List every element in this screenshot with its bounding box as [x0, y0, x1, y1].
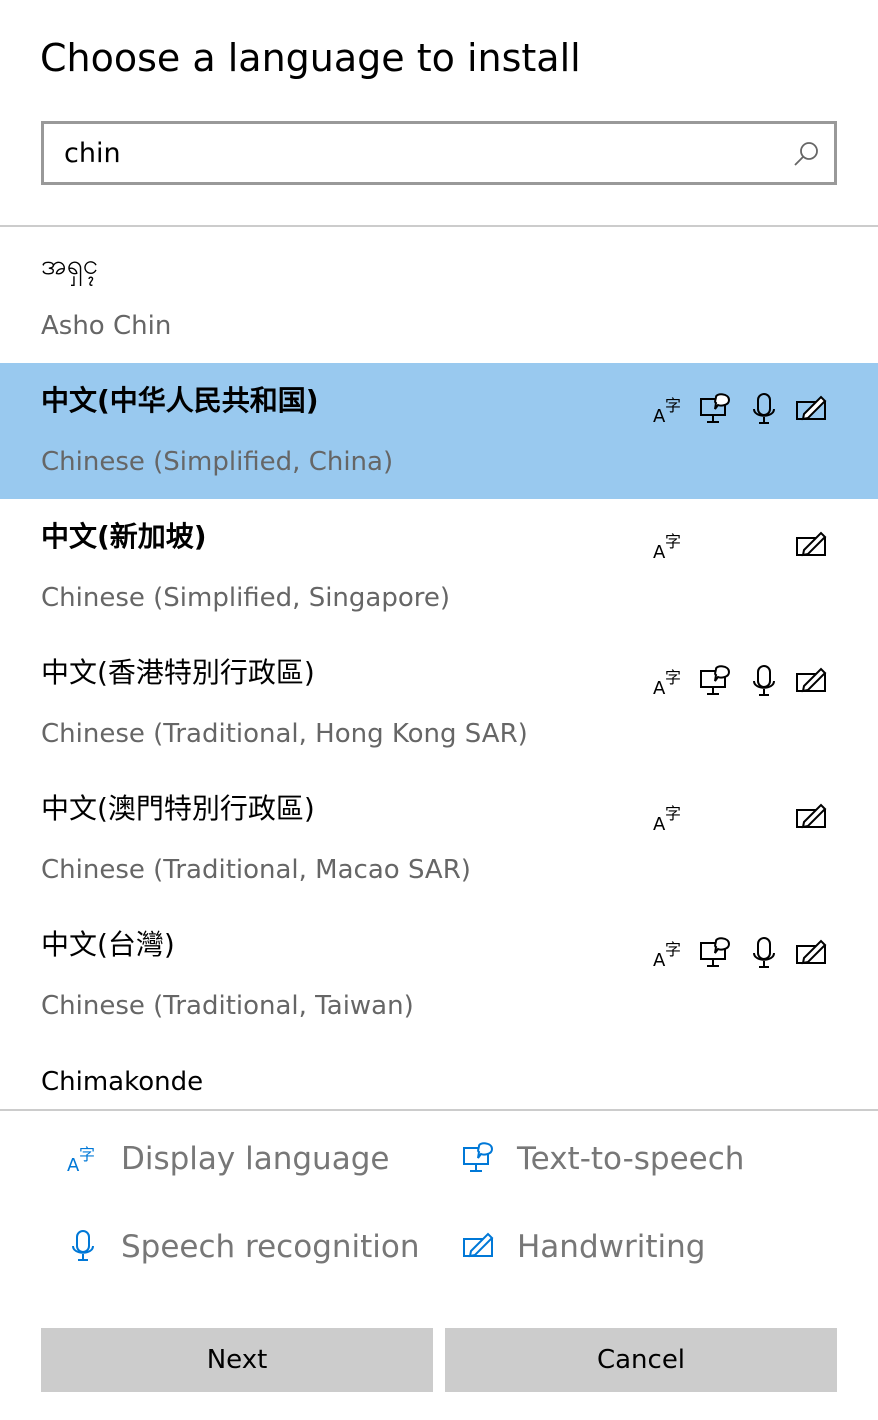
language-item-chinese-traditional-hong-kong[interactable]: 中文(香港特別行政區) Chinese (Traditional, Hong K… [0, 635, 878, 771]
search-input[interactable] [64, 124, 764, 182]
handwriting-icon [794, 935, 830, 971]
next-button[interactable]: Next [41, 1328, 433, 1392]
svg-text:字: 字 [79, 1145, 95, 1164]
search-box[interactable] [41, 121, 837, 185]
text-to-speech-icon [698, 663, 734, 699]
legend-handwriting-label: Handwriting [517, 1229, 706, 1265]
svg-text:字: 字 [665, 532, 681, 551]
text-to-speech-icon [698, 935, 734, 971]
text-to-speech-icon [461, 1140, 497, 1176]
svg-text:字: 字 [665, 668, 681, 687]
language-english-name: Chinese (Traditional, Taiwan) [41, 991, 414, 1021]
handwriting-icon [461, 1228, 497, 1264]
language-native-name: 中文(香港特別行政區) [41, 656, 315, 689]
language-list[interactable]: အရှၚ Asho Chin 中文(中华人民共和国) Chinese (Simp… [0, 227, 878, 1109]
display-language-icon: A字 [651, 935, 687, 971]
handwriting-icon [794, 391, 830, 427]
svg-text:字: 字 [665, 940, 681, 959]
language-native-name: 中文(新加坡) [41, 520, 207, 553]
language-dialog: Choose a language to install အရှၚ Asho C… [0, 0, 878, 1420]
speech-recognition-icon [746, 391, 782, 427]
language-english-name: Chinese (Traditional, Macao SAR) [41, 855, 471, 885]
language-item-chinese-simplified-singapore[interactable]: 中文(新加坡) Chinese (Simplified, Singapore) … [0, 499, 878, 635]
language-english-name: Chinese (Traditional, Hong Kong SAR) [41, 719, 528, 749]
legend-text-to-speech-label: Text-to-speech [517, 1141, 745, 1177]
language-native-name: 中文(台灣) [41, 928, 175, 961]
speech-recognition-icon [746, 663, 782, 699]
handwriting-icon [794, 799, 830, 835]
cancel-button[interactable]: Cancel [445, 1328, 837, 1392]
language-english-name: Chinese (Simplified, China) [41, 447, 394, 477]
language-item-chinese-traditional-macao[interactable]: 中文(澳門特別行政區) Chinese (Traditional, Macao … [0, 771, 878, 907]
language-native-name: 中文(澳門特別行政區) [41, 792, 315, 825]
svg-text:字: 字 [665, 396, 681, 415]
speech-recognition-icon [746, 935, 782, 971]
language-native-name: အရှၚ [41, 248, 99, 281]
handwriting-icon [794, 527, 830, 563]
display-language-icon: A字 [651, 663, 687, 699]
language-item-chinese-traditional-taiwan[interactable]: 中文(台灣) Chinese (Traditional, Taiwan) A字 [0, 907, 878, 1043]
legend-divider [0, 1109, 878, 1111]
legend-display-language-label: Display language [121, 1141, 390, 1177]
language-item-chinese-simplified-china[interactable]: 中文(中华人民共和国) Chinese (Simplified, China) … [0, 363, 878, 499]
language-native-name: 中文(中华人民共和国) [41, 384, 319, 417]
display-language-icon: A字 [651, 799, 687, 835]
search-icon[interactable] [792, 140, 820, 168]
language-item-chimakonde[interactable]: Chimakonde [41, 1065, 203, 1099]
language-english-name: Chinese (Simplified, Singapore) [41, 583, 451, 613]
language-english-name: Asho Chin [41, 311, 172, 341]
text-to-speech-icon [698, 391, 734, 427]
speech-recognition-icon [65, 1228, 101, 1264]
handwriting-icon [794, 663, 830, 699]
dialog-title: Choose a language to install [40, 36, 581, 80]
display-language-icon: A字 [651, 391, 687, 427]
display-language-icon: A字 [65, 1140, 101, 1176]
display-language-icon: A字 [651, 527, 687, 563]
svg-text:字: 字 [665, 804, 681, 823]
language-item-asho-chin[interactable]: အရှၚ Asho Chin [0, 227, 878, 363]
legend-speech-recognition-label: Speech recognition [121, 1229, 420, 1265]
